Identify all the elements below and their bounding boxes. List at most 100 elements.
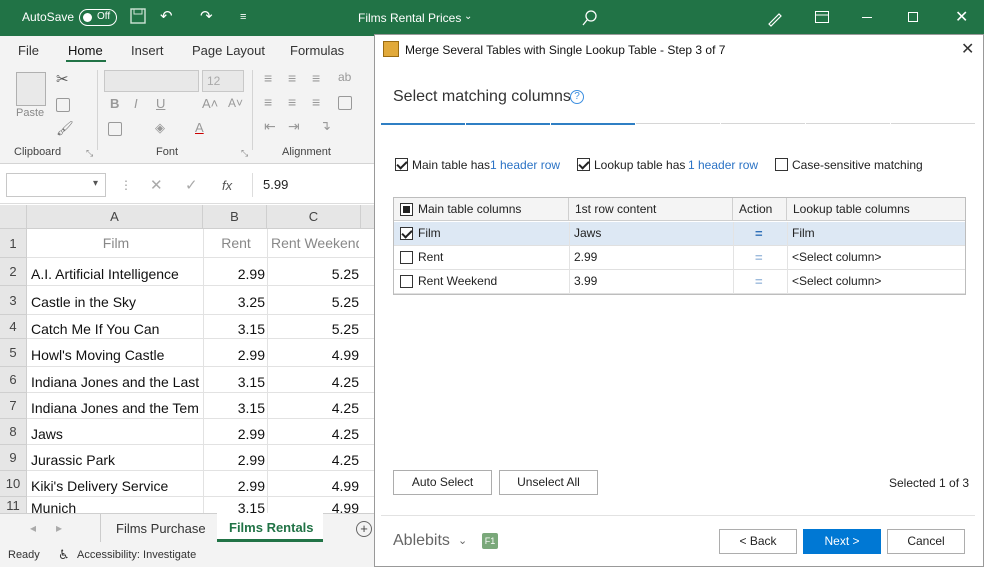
cell-c[interactable]: 5.25	[271, 258, 359, 286]
cell-b[interactable]: 2.99	[207, 471, 265, 497]
tab-insert[interactable]: Insert	[131, 43, 164, 58]
cell-b[interactable]: Rent	[207, 229, 265, 258]
f1-help-icon[interactable]: F1	[482, 533, 498, 549]
cell-a[interactable]: Jaws	[31, 419, 201, 445]
wrap-text-icon[interactable]: ↴	[320, 118, 331, 134]
cell-c[interactable]: Rent Weekend	[271, 229, 359, 258]
cell-c[interactable]: 4.99	[271, 339, 359, 367]
tab-page-layout[interactable]: Page Layout	[192, 43, 265, 58]
cell-c[interactable]: 5.25	[271, 315, 359, 339]
row-header[interactable]: 2	[0, 258, 27, 286]
merge-center-icon[interactable]	[338, 96, 352, 110]
worksheet[interactable]: A B C 1 Film Rent Rent Weekend 2 A.I. Artific…	[0, 205, 375, 515]
cell-c[interactable]: 4.25	[271, 419, 359, 445]
align-center-icon[interactable]: ≡	[288, 94, 296, 110]
main-header-checkbox[interactable]	[395, 158, 408, 171]
main-header-rows-link[interactable]: 1 header row	[490, 158, 560, 172]
cell-a[interactable]: Indiana Jones and the Last	[31, 367, 201, 393]
fill-color-icon[interactable]: ◈	[155, 120, 165, 136]
back-button[interactable]: < Back	[719, 529, 797, 554]
maximize-icon[interactable]	[908, 12, 918, 22]
brand-chevron-icon[interactable]: ⌄	[458, 534, 467, 547]
grid-row[interactable]: Rent Weekend 3.99 = <Select column>	[394, 270, 965, 294]
column-header-b[interactable]: B	[203, 205, 267, 229]
row-header[interactable]: 10	[0, 471, 27, 497]
customize-qat-icon[interactable]: ≡	[240, 8, 246, 26]
search-icon[interactable]	[582, 10, 598, 29]
grid-header-main[interactable]: Main table columns	[394, 198, 569, 221]
scroll-left-icon[interactable]: ◂	[30, 521, 36, 535]
cell-b[interactable]: 2.99	[207, 419, 265, 445]
add-sheet-icon[interactable]: +	[356, 521, 372, 537]
row-header[interactable]: 9	[0, 445, 27, 471]
cell-a[interactable]: Castle in the Sky	[31, 286, 201, 315]
accessibility-status[interactable]: Accessibility: Investigate	[77, 549, 196, 561]
sheet-tab-films-rentals[interactable]: Films Rentals	[217, 513, 323, 542]
row-header[interactable]: 4	[0, 315, 27, 339]
select-all-corner[interactable]	[0, 205, 27, 229]
orientation-icon[interactable]: ab	[338, 70, 351, 84]
cell-a[interactable]: Indiana Jones and the Tem	[31, 393, 201, 419]
ablebits-brand[interactable]: Ablebits	[393, 532, 450, 550]
close-window-icon[interactable]: ✕	[955, 7, 968, 27]
ribbon-display-icon[interactable]	[815, 11, 829, 26]
column-header-c[interactable]: C	[267, 205, 361, 229]
cell-b[interactable]: 3.15	[207, 393, 265, 419]
align-bottom-icon[interactable]: ≡	[312, 70, 320, 86]
font-color-icon[interactable]: A	[195, 120, 204, 135]
cell-c[interactable]: 4.25	[271, 393, 359, 419]
tab-file[interactable]: File	[18, 43, 39, 58]
document-title[interactable]: Films Rental Prices	[358, 11, 461, 25]
grid-header-action[interactable]: Action	[733, 198, 787, 221]
align-left-icon[interactable]: ≡	[264, 94, 272, 110]
increase-indent-icon[interactable]: ⇥	[288, 118, 300, 135]
underline-icon[interactable]: U	[156, 96, 165, 111]
lookup-header-rows-link[interactable]: 1 header row	[688, 158, 758, 172]
cell-b[interactable]: 3.15	[207, 315, 265, 339]
copy-icon[interactable]	[56, 98, 70, 112]
grid-row[interactable]: Film Jaws = Film	[394, 222, 965, 246]
grow-font-icon[interactable]: A˄	[202, 96, 218, 111]
cell-c[interactable]: 4.99	[271, 471, 359, 497]
scroll-right-icon[interactable]: ▸	[56, 521, 62, 535]
grid-header-lookup[interactable]: Lookup table columns	[787, 198, 965, 221]
formula-input[interactable]: 5.99	[252, 173, 380, 197]
tab-home[interactable]: Home	[68, 43, 103, 58]
row-checkbox[interactable]	[400, 275, 413, 288]
help-icon[interactable]: ?	[570, 90, 584, 104]
cell-c[interactable]: 4.25	[271, 367, 359, 393]
cell-a[interactable]: Catch Me If You Can	[31, 315, 201, 339]
insert-function-icon[interactable]: fx	[222, 178, 232, 193]
row-checkbox[interactable]	[400, 227, 413, 240]
format-painter-icon[interactable]: 🖌	[56, 120, 74, 137]
align-middle-icon[interactable]: ≡	[288, 70, 296, 86]
select-all-checkbox[interactable]	[400, 203, 413, 216]
row-checkbox[interactable]	[400, 251, 413, 264]
row-header[interactable]: 7	[0, 393, 27, 419]
undo-icon[interactable]: ↶	[160, 8, 173, 26]
minimize-icon[interactable]	[862, 17, 872, 18]
autosave-toggle[interactable]: Off	[79, 9, 117, 26]
cell-b[interactable]: 3.25	[207, 286, 265, 315]
cell-c[interactable]: 5.25	[271, 286, 359, 315]
sheet-tab-films-purchase[interactable]: Films Purchase	[116, 521, 206, 536]
cancel-button[interactable]: Cancel	[887, 529, 965, 554]
cancel-entry-icon[interactable]: ✕	[150, 176, 163, 194]
dialog-close-icon[interactable]: ✕	[961, 39, 974, 59]
cell-b[interactable]: 2.99	[207, 339, 265, 367]
grid-header-content[interactable]: 1st row content	[569, 198, 733, 221]
shrink-font-icon[interactable]: A˅	[228, 96, 243, 110]
align-top-icon[interactable]: ≡	[264, 70, 272, 86]
cell-b[interactable]: 3.15	[207, 367, 265, 393]
unselect-all-button[interactable]: Unselect All	[499, 470, 598, 495]
paste-icon[interactable]	[16, 72, 46, 106]
font-size-select[interactable]: 12	[202, 70, 244, 92]
next-button[interactable]: Next >	[803, 529, 881, 554]
lookup-header-checkbox[interactable]	[577, 158, 590, 171]
column-header-a[interactable]: A	[27, 205, 203, 229]
row-header[interactable]: 5	[0, 339, 27, 367]
auto-select-button[interactable]: Auto Select	[393, 470, 492, 495]
cut-icon[interactable]: ✂	[56, 70, 69, 88]
row-header[interactable]: 1	[0, 229, 27, 258]
chevron-down-icon[interactable]: ⌄	[464, 11, 472, 22]
